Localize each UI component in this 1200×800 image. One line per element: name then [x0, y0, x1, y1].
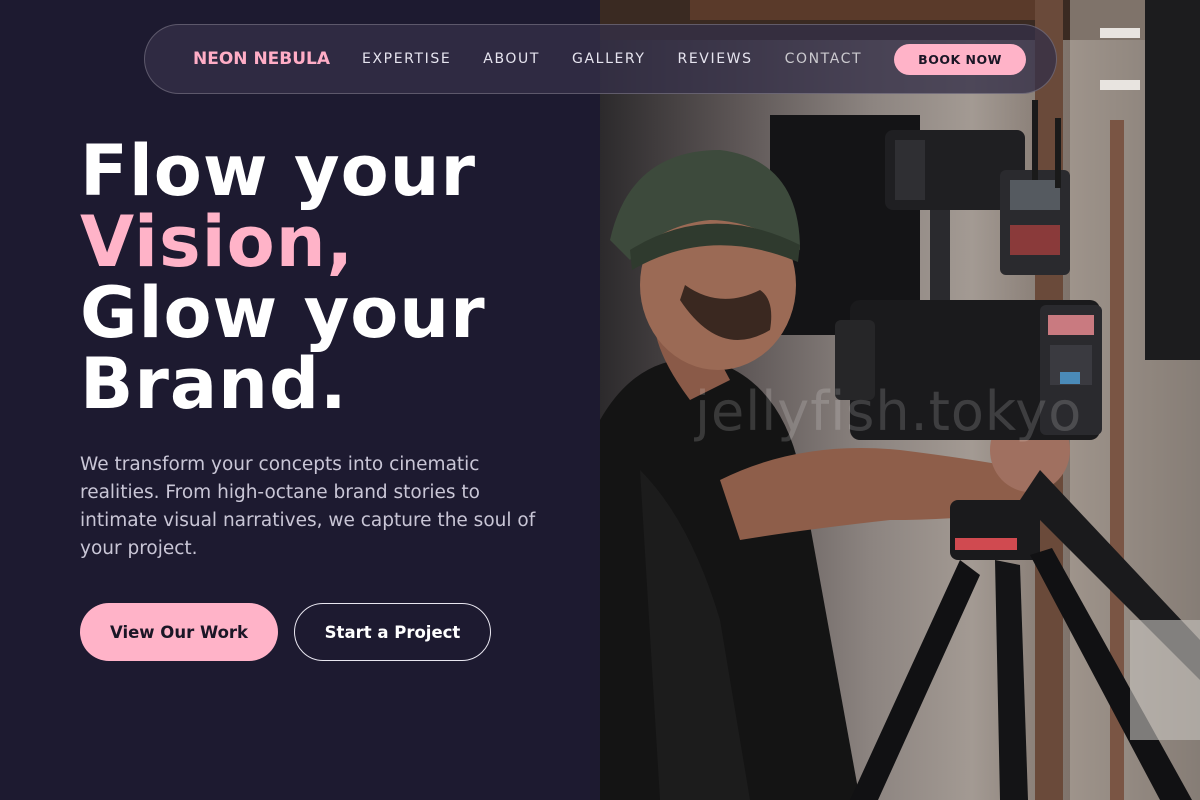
nav-link-contact[interactable]: CONTACT — [785, 51, 863, 67]
brand-logo[interactable]: NEON NEBULA — [193, 49, 330, 69]
headline-line-4: Brand. — [80, 343, 348, 425]
hero-description: We transform your concepts into cinemati… — [80, 454, 536, 559]
watermark-text: jellyfish.tokyo — [695, 380, 1083, 443]
headline-accent-line: Vision, — [80, 201, 355, 283]
headline-line-1: Flow your — [80, 130, 477, 212]
hero-section: Flow your Vision, Glow your Brand. — [80, 136, 580, 420]
nav-link-gallery[interactable]: GALLERY — [572, 51, 645, 67]
book-now-button[interactable]: BOOK NOW — [894, 43, 1026, 75]
nav-link-reviews[interactable]: REVIEWS — [678, 51, 753, 67]
nav-link-about[interactable]: ABOUT — [483, 51, 540, 67]
nav-link-expertise[interactable]: EXPERTISE — [362, 51, 451, 67]
top-navigation: NEON NEBULA EXPERTISE ABOUT GALLERY REVI… — [144, 24, 1057, 94]
hero-photo: jellyfish.tokyo — [600, 0, 1200, 800]
hero-headline: Flow your Vision, Glow your Brand. — [80, 136, 580, 420]
view-our-work-button[interactable]: View Our Work — [80, 603, 278, 661]
start-a-project-button[interactable]: Start a Project — [294, 603, 491, 661]
headline-line-3: Glow your — [80, 272, 486, 354]
